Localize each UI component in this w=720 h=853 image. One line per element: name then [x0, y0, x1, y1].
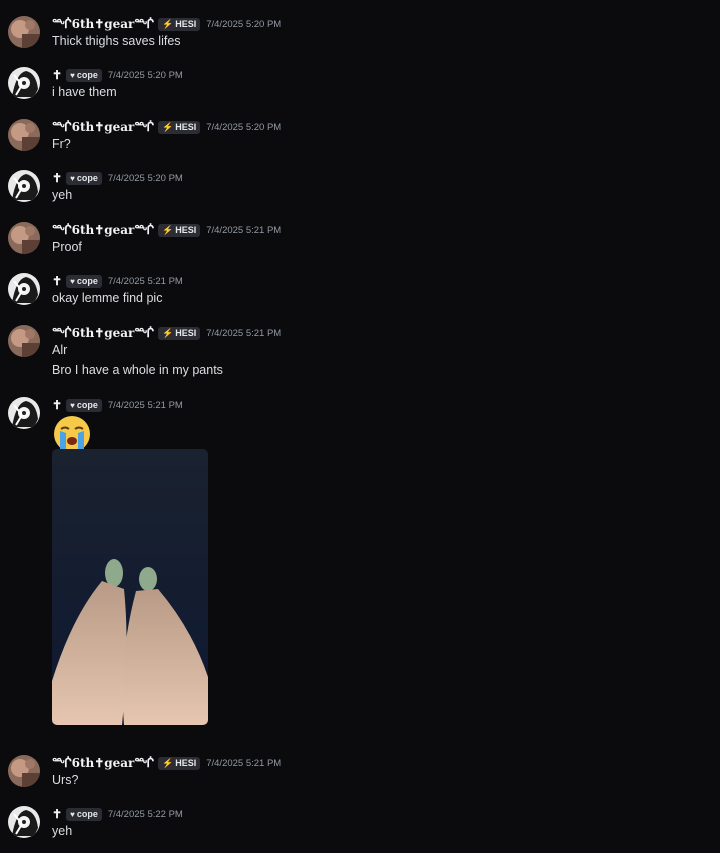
message-header: ✝ ♥ cope 7/4/2025 5:22 PM: [52, 806, 183, 822]
lightning-icon: ⚡: [161, 327, 174, 338]
message-header: ᙲ6th✝gearᙲ ⚡ HESI 7/4/2025 5:20 PM: [52, 16, 281, 32]
guild-tag-label: cope: [76, 809, 98, 819]
guild-tag-label: cope: [76, 173, 98, 183]
username[interactable]: ✝: [52, 274, 62, 288]
message-header: ✝ ♥ cope 7/4/2025 5:21 PM: [52, 273, 183, 289]
message-header: ✝ ♥ cope 7/4/2025 5:20 PM: [52, 170, 183, 186]
lightning-icon: ⚡: [161, 121, 174, 132]
username[interactable]: ✝: [52, 68, 62, 82]
message-text: Thick thighs saves lifes: [52, 34, 181, 48]
message-text: Bro I have a whole in my pants: [52, 363, 223, 377]
timestamp: 7/4/2025 5:21 PM: [206, 224, 282, 236]
timestamp: 7/4/2025 5:21 PM: [107, 399, 183, 411]
message-text: i have them: [52, 85, 117, 99]
avatar[interactable]: [8, 806, 40, 838]
timestamp: 7/4/2025 5:20 PM: [206, 121, 282, 133]
timestamp: 7/4/2025 5:22 PM: [107, 808, 183, 820]
guild-tag-label: HESI: [175, 328, 197, 338]
guild-tag[interactable]: ⚡ HESI: [157, 120, 201, 134]
guild-tag-label: HESI: [175, 758, 197, 768]
guild-tag[interactable]: ♥ cope: [66, 171, 102, 185]
timestamp: 7/4/2025 5:21 PM: [107, 275, 183, 287]
guild-tag[interactable]: ♥ cope: [66, 68, 102, 82]
avatar[interactable]: [8, 325, 40, 357]
username[interactable]: ᙲ6th✝gearᙲ: [52, 756, 154, 770]
timestamp: 7/4/2025 5:20 PM: [107, 69, 183, 81]
username[interactable]: ᙲ6th✝gearᙲ: [52, 17, 154, 31]
message-text: Alr: [52, 343, 68, 357]
loudly-crying-face-icon[interactable]: [52, 414, 92, 454]
lightning-icon: ⚡: [161, 18, 174, 29]
avatar[interactable]: [8, 755, 40, 787]
guild-tag[interactable]: ⚡ HESI: [157, 326, 201, 340]
message-header: ᙲ6th✝gearᙲ ⚡ HESI 7/4/2025 5:21 PM: [52, 222, 281, 238]
username[interactable]: ✝: [52, 398, 62, 412]
avatar[interactable]: [8, 119, 40, 151]
guild-tag[interactable]: ⚡ HESI: [157, 17, 201, 31]
avatar[interactable]: [8, 67, 40, 99]
image-attachment[interactable]: [52, 449, 208, 725]
message-header: ✝ ♥ cope 7/4/2025 5:21 PM: [52, 397, 183, 413]
heart-icon: ♥: [70, 809, 75, 819]
message-header: ᙲ6th✝gearᙲ ⚡ HESI 7/4/2025 5:21 PM: [52, 325, 281, 341]
guild-tag[interactable]: ♥ cope: [66, 807, 102, 821]
username[interactable]: ᙲ6th✝gearᙲ: [52, 326, 154, 340]
guild-tag[interactable]: ⚡ HESI: [157, 756, 201, 770]
guild-tag-label: HESI: [175, 122, 197, 132]
message-header: ✝ ♥ cope 7/4/2025 5:20 PM: [52, 67, 183, 83]
message-header: ᙲ6th✝gearᙲ ⚡ HESI 7/4/2025 5:21 PM: [52, 755, 281, 771]
heart-icon: ♥: [70, 70, 75, 80]
message-text: okay lemme find pic: [52, 291, 163, 305]
message-header: ᙲ6th✝gearᙲ ⚡ HESI 7/4/2025 5:20 PM: [52, 119, 281, 135]
timestamp: 7/4/2025 5:20 PM: [107, 172, 183, 184]
guild-tag-label: HESI: [175, 19, 197, 29]
message-text: Proof: [52, 240, 82, 254]
username[interactable]: ✝: [52, 171, 62, 185]
avatar[interactable]: [8, 273, 40, 305]
avatar[interactable]: [8, 16, 40, 48]
guild-tag-label: cope: [76, 400, 98, 410]
lightning-icon: ⚡: [161, 757, 174, 768]
heart-icon: ♥: [70, 276, 75, 286]
message-text: yeh: [52, 188, 73, 202]
username[interactable]: ᙲ6th✝gearᙲ: [52, 223, 154, 237]
timestamp: 7/4/2025 5:21 PM: [206, 327, 282, 339]
avatar[interactable]: [8, 170, 40, 202]
username[interactable]: ᙲ6th✝gearᙲ: [52, 120, 154, 134]
heart-icon: ♥: [70, 400, 75, 410]
timestamp: 7/4/2025 5:21 PM: [206, 757, 282, 769]
lightning-icon: ⚡: [161, 224, 174, 235]
heart-icon: ♥: [70, 173, 75, 183]
avatar[interactable]: [8, 222, 40, 254]
guild-tag[interactable]: ♥ cope: [66, 274, 102, 288]
guild-tag[interactable]: ♥ cope: [66, 398, 102, 412]
message-text: yeh: [52, 824, 73, 838]
guild-tag-label: HESI: [175, 225, 197, 235]
username[interactable]: ✝: [52, 807, 62, 821]
timestamp: 7/4/2025 5:20 PM: [206, 18, 282, 30]
avatar[interactable]: [8, 397, 40, 429]
message-text: Urs?: [52, 773, 79, 787]
guild-tag-label: cope: [76, 276, 98, 286]
guild-tag[interactable]: ⚡ HESI: [157, 223, 201, 237]
message-text: Fr?: [52, 137, 71, 151]
guild-tag-label: cope: [76, 70, 98, 80]
